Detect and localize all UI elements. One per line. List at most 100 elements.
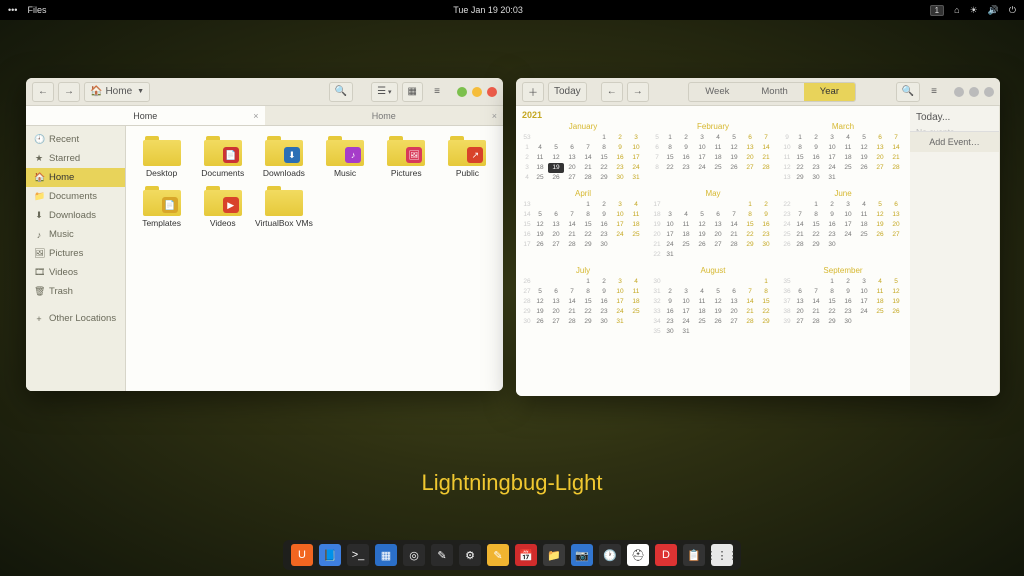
calendar-day[interactable]: 14 xyxy=(888,143,904,153)
calendar-day[interactable]: 7 xyxy=(564,287,580,297)
calendar-day[interactable]: 22 xyxy=(662,163,678,173)
calendar-day[interactable]: 15 xyxy=(808,220,824,230)
calendar-day[interactable]: 27 xyxy=(548,317,564,327)
calendar-day[interactable]: 15 xyxy=(580,220,596,230)
calendar-day[interactable]: 18 xyxy=(694,307,710,317)
calendar-day[interactable]: 9 xyxy=(678,143,694,153)
calendar-day[interactable]: 7 xyxy=(808,287,824,297)
calendar-day[interactable]: 23 xyxy=(678,163,694,173)
calendar-day[interactable]: 12 xyxy=(710,297,726,307)
calendar-day[interactable]: 18 xyxy=(710,153,726,163)
calendar-day[interactable]: 23 xyxy=(596,230,612,240)
calendar-day[interactable]: 7 xyxy=(758,133,774,143)
calendar-day[interactable]: 11 xyxy=(856,210,872,220)
calendar-day[interactable]: 31 xyxy=(824,173,840,183)
calendar-day[interactable]: 29 xyxy=(742,240,758,250)
calendar-day[interactable]: 24 xyxy=(662,240,678,250)
calendar-day[interactable]: 27 xyxy=(742,163,758,173)
calendar-day[interactable]: 30 xyxy=(808,173,824,183)
calendar-day[interactable]: 12 xyxy=(532,297,548,307)
calendar-day[interactable]: 12 xyxy=(726,143,742,153)
calendar-day[interactable]: 28 xyxy=(726,240,742,250)
files-tab[interactable]: Home× xyxy=(265,106,504,125)
calendar-day[interactable]: 6 xyxy=(872,133,888,143)
calendar-day[interactable]: 18 xyxy=(840,153,856,163)
calendar-day[interactable]: 6 xyxy=(548,210,564,220)
calendar-day[interactable]: 15 xyxy=(742,220,758,230)
calendar-day[interactable]: 24 xyxy=(856,307,872,317)
calendar-day[interactable]: 19 xyxy=(856,153,872,163)
calendar-day[interactable]: 11 xyxy=(628,210,644,220)
calendar-day[interactable]: 12 xyxy=(694,220,710,230)
cal-today-button[interactable]: Today xyxy=(548,82,587,102)
calendar-day[interactable]: 28 xyxy=(742,317,758,327)
calendar-day[interactable]: 3 xyxy=(612,200,628,210)
calendar-day[interactable]: 21 xyxy=(758,153,774,163)
calendar-day[interactable]: 29 xyxy=(580,317,596,327)
calendar-day[interactable]: 8 xyxy=(808,210,824,220)
calendar-day[interactable]: 29 xyxy=(824,317,840,327)
calendar-day[interactable]: 24 xyxy=(824,163,840,173)
calendar-day[interactable]: 18 xyxy=(856,220,872,230)
calendar-day[interactable]: 5 xyxy=(548,143,564,153)
calendar-day[interactable]: 5 xyxy=(872,200,888,210)
cal-view-week[interactable]: Week xyxy=(689,83,745,101)
nav-back-button[interactable]: ← xyxy=(32,82,54,102)
calendar-day[interactable]: 20 xyxy=(548,230,564,240)
dock-app-icon[interactable]: 🕐 xyxy=(599,544,621,566)
calendar-day[interactable]: 10 xyxy=(678,297,694,307)
sidebar-other-locations[interactable]: +Other Locations xyxy=(26,309,125,328)
calendar-day[interactable]: 28 xyxy=(580,173,596,183)
sidebar-item-downloads[interactable]: ⬇Downloads xyxy=(26,206,125,225)
calendar-day[interactable]: 10 xyxy=(628,143,644,153)
calendar-day[interactable]: 21 xyxy=(580,163,596,173)
calendar-day[interactable]: 23 xyxy=(612,163,628,173)
calendar-day[interactable]: 8 xyxy=(580,287,596,297)
calendar-day[interactable]: 8 xyxy=(758,287,774,297)
calendar-day[interactable]: 23 xyxy=(596,307,612,317)
sidebar-item-documents[interactable]: 📁Documents xyxy=(26,187,125,206)
calendar-day[interactable]: 3 xyxy=(612,277,628,287)
view-grid-button[interactable]: ▦ xyxy=(402,82,423,102)
calendar-day[interactable]: 13 xyxy=(742,143,758,153)
sidebar-item-starred[interactable]: ★Starred xyxy=(26,149,125,168)
calendar-day[interactable]: 9 xyxy=(596,210,612,220)
calendar-day[interactable]: 30 xyxy=(758,240,774,250)
calendar-day[interactable]: 16 xyxy=(612,153,628,163)
calendar-day[interactable]: 11 xyxy=(532,153,548,163)
calendar-day[interactable]: 2 xyxy=(612,133,628,143)
window-close[interactable] xyxy=(487,87,497,97)
calendar-day[interactable]: 26 xyxy=(548,173,564,183)
calendar-day[interactable]: 25 xyxy=(840,163,856,173)
calendar-day[interactable]: 5 xyxy=(532,287,548,297)
calendar-day[interactable]: 26 xyxy=(532,317,548,327)
calendar-day[interactable]: 6 xyxy=(792,287,808,297)
sidebar-item-music[interactable]: ♪Music xyxy=(26,225,125,244)
calendar-day[interactable]: 23 xyxy=(840,307,856,317)
calendar-day[interactable]: 27 xyxy=(888,230,904,240)
calendar-day[interactable]: 6 xyxy=(726,287,742,297)
calendar-day[interactable]: 25 xyxy=(628,307,644,317)
close-icon[interactable]: × xyxy=(492,111,497,121)
calendar-day[interactable]: 4 xyxy=(628,200,644,210)
calendar-day[interactable]: 9 xyxy=(808,143,824,153)
calendar-day[interactable]: 25 xyxy=(532,173,548,183)
dock-app-icon[interactable]: ◎ xyxy=(403,544,425,566)
calendar-day[interactable]: 21 xyxy=(888,153,904,163)
calendar-day[interactable]: 16 xyxy=(596,297,612,307)
calendar-day[interactable]: 10 xyxy=(694,143,710,153)
calendar-day[interactable]: 6 xyxy=(742,133,758,143)
calendar-day[interactable]: 28 xyxy=(808,317,824,327)
calendar-day[interactable]: 28 xyxy=(564,317,580,327)
folder-downloads[interactable]: ⬇Downloads xyxy=(254,136,313,178)
home-icon[interactable]: ⌂ xyxy=(954,5,959,15)
calendar-day[interactable]: 25 xyxy=(856,230,872,240)
calendar-day[interactable]: 27 xyxy=(564,173,580,183)
calendar-day[interactable]: 15 xyxy=(662,153,678,163)
calendar-day[interactable]: 17 xyxy=(694,153,710,163)
calendar-day[interactable]: 14 xyxy=(564,297,580,307)
calendar-day[interactable]: 2 xyxy=(596,200,612,210)
calendar-day[interactable]: 23 xyxy=(808,163,824,173)
cal-view-year[interactable]: Year xyxy=(804,83,855,101)
cal-prev-button[interactable]: ← xyxy=(601,82,623,102)
